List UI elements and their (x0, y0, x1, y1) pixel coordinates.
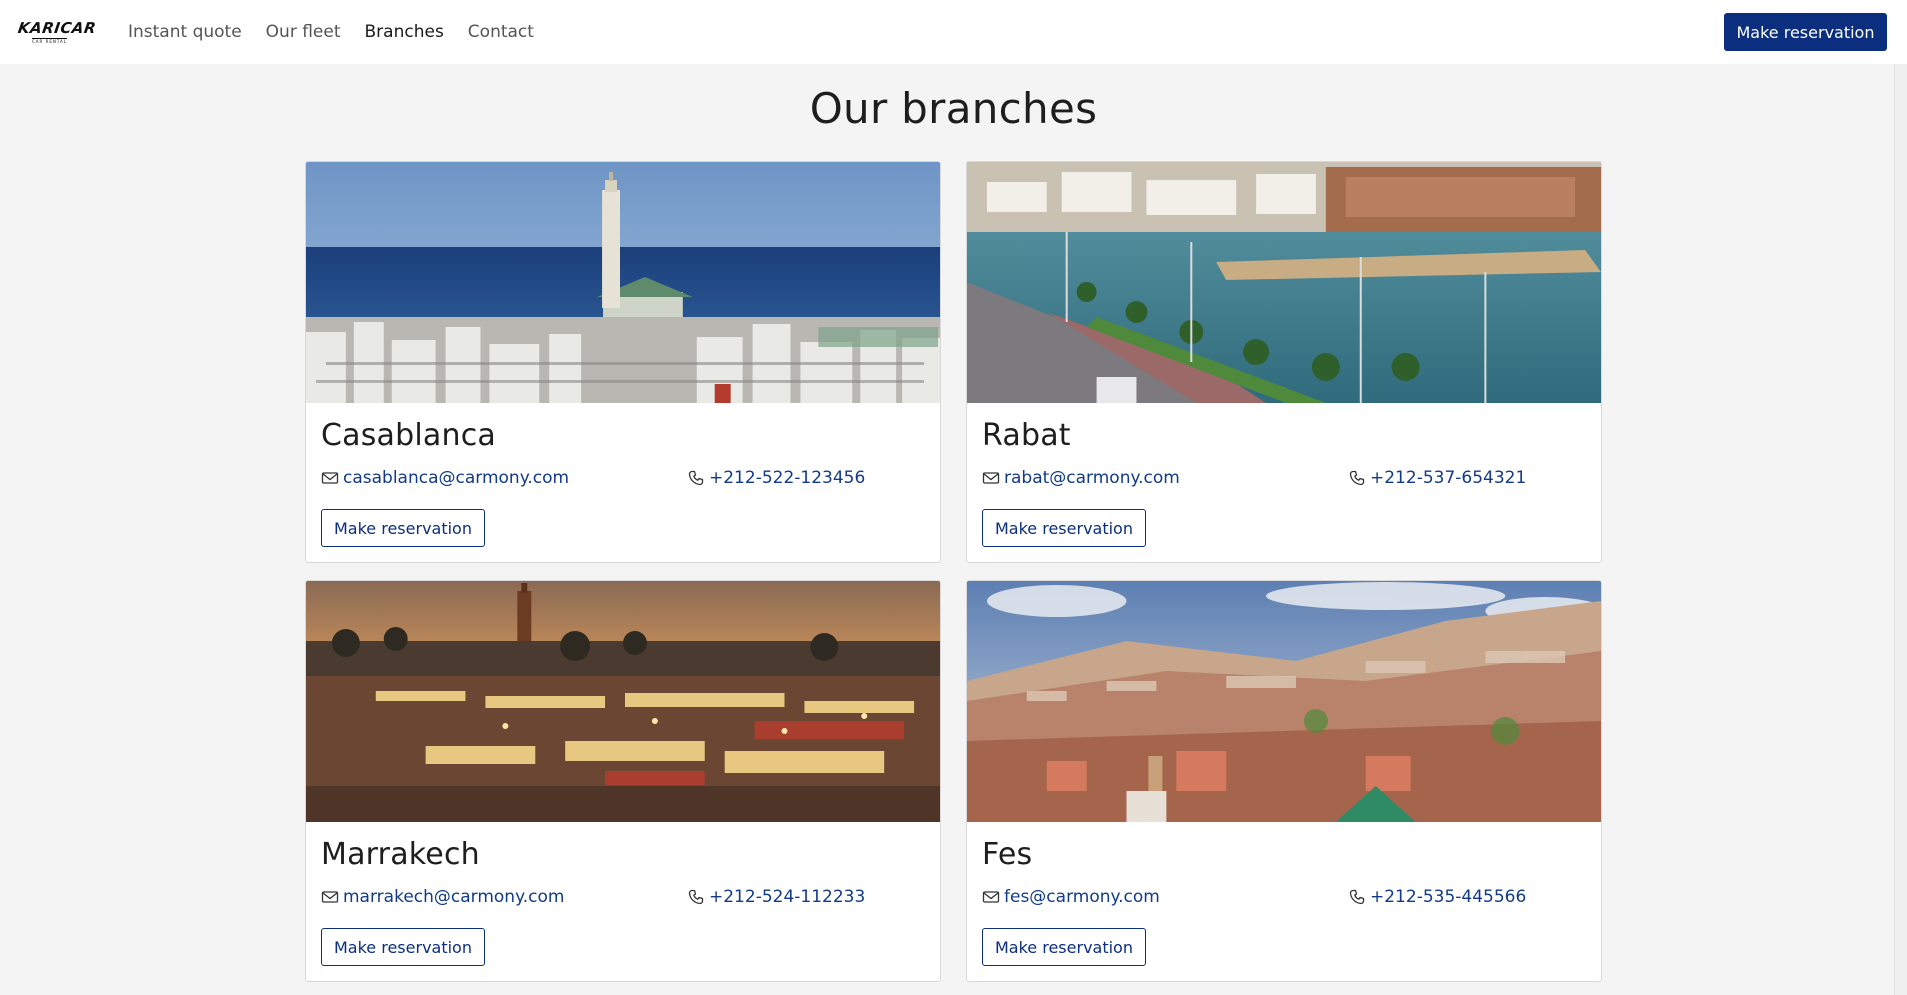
branch-phone-link[interactable]: +212-522-123456 (709, 468, 865, 488)
branch-name: Fes (982, 837, 1033, 872)
nav-link-instant-quote[interactable]: Instant quote (128, 22, 242, 42)
branch-phone: +212-522-123456 (687, 468, 865, 488)
envelope-icon (321, 891, 339, 903)
brand-logo[interactable]: KARICAR CAR RENTAL (16, 18, 98, 44)
branch-email: fes@carmony.com (982, 887, 1348, 907)
branch-name: Rabat (982, 418, 1071, 453)
branch-name: Casablanca (321, 418, 496, 453)
nav-link-branches[interactable]: Branches (365, 22, 444, 42)
branch-email-link[interactable]: rabat@carmony.com (1004, 468, 1180, 488)
page-scrollbar[interactable] (1894, 64, 1907, 995)
nav-link-contact[interactable]: Contact (468, 22, 534, 42)
branch-contact-row: casablanca@carmony.com +212-522-123456 (321, 467, 925, 489)
top-navbar: KARICAR CAR RENTAL Instant quote Our fle… (0, 0, 1907, 64)
branch-card-fes: Fes fes@carmony.com +212-535-445566 Make… (966, 580, 1602, 982)
phone-icon (1349, 889, 1365, 905)
branch-image-fes (967, 581, 1601, 822)
branch-phone-link[interactable]: +212-535-445566 (1370, 887, 1526, 907)
header-make-reservation-button[interactable]: Make reservation (1724, 13, 1887, 51)
branch-make-reservation-button[interactable]: Make reservation (982, 928, 1146, 966)
branch-email: marrakech@carmony.com (321, 887, 687, 907)
branch-contact-row: marrakech@carmony.com +212-524-112233 (321, 886, 925, 908)
envelope-icon (982, 891, 1000, 903)
envelope-icon (982, 472, 1000, 484)
branch-name: Marrakech (321, 837, 480, 872)
branch-phone-link[interactable]: +212-537-654321 (1370, 468, 1526, 488)
phone-icon (688, 470, 704, 486)
logo-tagline: CAR RENTAL (32, 37, 67, 44)
branch-image-casablanca (306, 162, 940, 403)
branch-phone: +212-535-445566 (1348, 887, 1526, 907)
main-nav: Instant quote Our fleet Branches Contact (128, 22, 558, 42)
branch-email-link[interactable]: fes@carmony.com (1004, 887, 1160, 907)
branch-email: rabat@carmony.com (982, 468, 1348, 488)
branch-phone: +212-524-112233 (687, 887, 865, 907)
branch-contact-row: fes@carmony.com +212-535-445566 (982, 886, 1586, 908)
phone-icon (688, 889, 704, 905)
branch-card-marrakech: Marrakech marrakech@carmony.com +212-524… (305, 580, 941, 982)
branch-contact-row: rabat@carmony.com +212-537-654321 (982, 467, 1586, 489)
nav-link-our-fleet[interactable]: Our fleet (266, 22, 341, 42)
branches-grid: Casablanca casablanca@carmony.com +212-5… (305, 161, 1602, 982)
envelope-icon (321, 472, 339, 484)
branch-email-link[interactable]: casablanca@carmony.com (343, 468, 569, 488)
branch-phone: +212-537-654321 (1348, 468, 1526, 488)
branch-phone-link[interactable]: +212-524-112233 (709, 887, 865, 907)
logo-wordmark: KARICAR (16, 18, 98, 37)
branch-make-reservation-button[interactable]: Make reservation (321, 928, 485, 966)
branch-make-reservation-button[interactable]: Make reservation (982, 509, 1146, 547)
branch-email-link[interactable]: marrakech@carmony.com (343, 887, 564, 907)
phone-icon (1349, 470, 1365, 486)
branch-card-rabat: Rabat rabat@carmony.com +212-537-654321 … (966, 161, 1602, 563)
branch-make-reservation-button[interactable]: Make reservation (321, 509, 485, 547)
branch-image-marrakech (306, 581, 940, 822)
page-title: Our branches (809, 84, 1098, 133)
branch-card-casablanca: Casablanca casablanca@carmony.com +212-5… (305, 161, 941, 563)
branch-email: casablanca@carmony.com (321, 468, 687, 488)
branch-image-rabat (967, 162, 1601, 403)
